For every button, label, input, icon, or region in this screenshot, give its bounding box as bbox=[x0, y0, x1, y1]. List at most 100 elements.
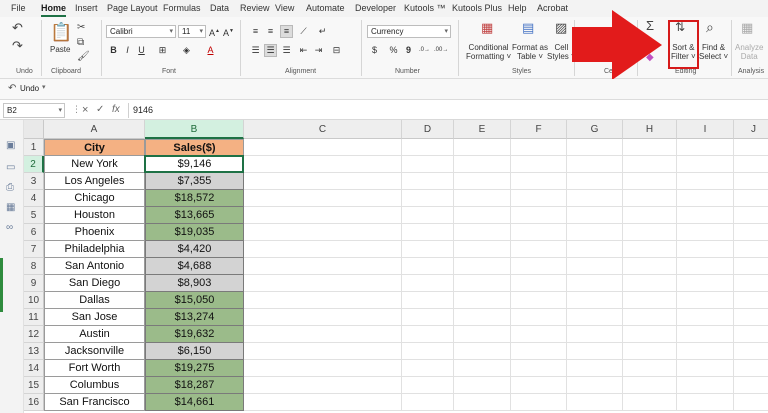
cell-styles-icon[interactable]: ▨ bbox=[555, 21, 567, 34]
merge-center-icon[interactable]: ⊟ bbox=[330, 44, 343, 57]
empty-cell[interactable] bbox=[734, 394, 768, 411]
empty-cell[interactable] bbox=[567, 207, 623, 224]
empty-cell[interactable] bbox=[623, 224, 677, 241]
empty-cell[interactable] bbox=[511, 173, 567, 190]
empty-cell[interactable] bbox=[244, 156, 402, 173]
table-icon[interactable]: ▦ bbox=[6, 202, 15, 213]
link-icon[interactable]: ∞ bbox=[6, 222, 13, 233]
empty-cell[interactable] bbox=[734, 326, 768, 343]
empty-cell[interactable] bbox=[734, 224, 768, 241]
decrease-font-icon[interactable]: A▼ bbox=[222, 25, 235, 38]
city-cell[interactable]: Chicago bbox=[44, 190, 145, 207]
undo-icon[interactable]: ↶ bbox=[8, 83, 16, 94]
empty-cell[interactable] bbox=[677, 139, 734, 156]
city-cell[interactable]: San Francisco bbox=[44, 394, 145, 411]
sheet-nav-icon[interactable]: ▣ bbox=[6, 140, 15, 151]
empty-cell[interactable] bbox=[511, 139, 567, 156]
empty-cell[interactable] bbox=[677, 258, 734, 275]
empty-cell[interactable] bbox=[734, 207, 768, 224]
find-select-icon[interactable]: ⌕ bbox=[706, 20, 714, 34]
empty-cell[interactable] bbox=[567, 309, 623, 326]
city-cell[interactable]: New York bbox=[44, 156, 145, 173]
column-header-j[interactable]: J bbox=[734, 120, 768, 139]
empty-cell[interactable] bbox=[677, 156, 734, 173]
tab-automate[interactable]: Automate bbox=[306, 3, 345, 13]
empty-cell[interactable] bbox=[511, 258, 567, 275]
empty-cell[interactable] bbox=[402, 326, 454, 343]
empty-cell[interactable] bbox=[734, 275, 768, 292]
format-painter-icon[interactable]: 🖌 bbox=[77, 50, 90, 63]
empty-cell[interactable] bbox=[677, 343, 734, 360]
empty-cell[interactable] bbox=[402, 258, 454, 275]
empty-cell[interactable] bbox=[734, 190, 768, 207]
empty-cell[interactable] bbox=[623, 156, 677, 173]
row-header-13[interactable]: 13 bbox=[24, 343, 44, 360]
row-header-15[interactable]: 15 bbox=[24, 377, 44, 394]
align-center-icon[interactable]: ☰ bbox=[264, 44, 277, 57]
clear-icon[interactable]: ◆ bbox=[646, 51, 654, 64]
empty-cell[interactable] bbox=[677, 190, 734, 207]
sales-cell[interactable]: $19,632 bbox=[145, 326, 244, 343]
sales-cell[interactable]: $9,146 bbox=[145, 156, 244, 173]
empty-cell[interactable] bbox=[734, 360, 768, 377]
empty-cell[interactable] bbox=[677, 207, 734, 224]
empty-cell[interactable] bbox=[623, 258, 677, 275]
empty-cell[interactable] bbox=[567, 258, 623, 275]
empty-cell[interactable] bbox=[244, 139, 402, 156]
conditional-formatting-icon[interactable]: ▦ bbox=[481, 21, 493, 34]
sales-cell[interactable]: $18,572 bbox=[145, 190, 244, 207]
empty-cell[interactable] bbox=[454, 139, 511, 156]
empty-cell[interactable] bbox=[734, 258, 768, 275]
tab-kutools[interactable]: Kutools ™ bbox=[404, 3, 446, 13]
empty-cell[interactable] bbox=[454, 207, 511, 224]
city-cell[interactable]: Fort Worth bbox=[44, 360, 145, 377]
tab-file[interactable]: File bbox=[11, 3, 26, 13]
sales-cell[interactable]: $18,287 bbox=[145, 377, 244, 394]
empty-cell[interactable] bbox=[402, 360, 454, 377]
align-bottom-icon[interactable]: ≡ bbox=[280, 25, 293, 38]
increase-indent-icon[interactable]: ⇥ bbox=[312, 44, 325, 57]
align-left-icon[interactable]: ☰ bbox=[249, 44, 262, 57]
empty-cell[interactable] bbox=[454, 394, 511, 411]
empty-cell[interactable] bbox=[511, 343, 567, 360]
empty-cell[interactable] bbox=[454, 377, 511, 394]
percent-style-button[interactable]: % bbox=[387, 44, 400, 57]
empty-cell[interactable] bbox=[677, 360, 734, 377]
empty-cell[interactable] bbox=[734, 309, 768, 326]
city-cell[interactable]: Dallas bbox=[44, 292, 145, 309]
column-header-f[interactable]: F bbox=[511, 120, 567, 139]
sales-cell[interactable]: $19,275 bbox=[145, 360, 244, 377]
empty-cell[interactable] bbox=[734, 139, 768, 156]
row-header-7[interactable]: 7 bbox=[24, 241, 44, 258]
empty-cell[interactable] bbox=[454, 309, 511, 326]
formula-input[interactable]: 9146 bbox=[133, 105, 153, 115]
empty-cell[interactable] bbox=[244, 292, 402, 309]
empty-cell[interactable] bbox=[567, 394, 623, 411]
sales-cell[interactable]: $8,903 bbox=[145, 275, 244, 292]
comma-style-button[interactable]: 9 bbox=[402, 44, 415, 57]
empty-cell[interactable] bbox=[623, 394, 677, 411]
empty-cell[interactable] bbox=[623, 275, 677, 292]
bold-button[interactable]: B bbox=[107, 44, 120, 57]
city-cell[interactable]: San Diego bbox=[44, 275, 145, 292]
sales-cell[interactable]: $13,665 bbox=[145, 207, 244, 224]
copy-icon[interactable]: ⧉ bbox=[77, 36, 84, 49]
empty-cell[interactable] bbox=[402, 275, 454, 292]
orientation-icon[interactable]: ⟋ bbox=[297, 25, 310, 38]
empty-cell[interactable] bbox=[567, 360, 623, 377]
empty-cell[interactable] bbox=[511, 190, 567, 207]
empty-cell[interactable] bbox=[454, 258, 511, 275]
empty-cell[interactable] bbox=[454, 326, 511, 343]
empty-cell[interactable] bbox=[567, 139, 623, 156]
sales-cell[interactable]: $6,150 bbox=[145, 343, 244, 360]
empty-cell[interactable] bbox=[511, 360, 567, 377]
cell-styles-button[interactable]: Cell Styles ˅ bbox=[547, 43, 576, 61]
empty-cell[interactable] bbox=[677, 224, 734, 241]
empty-cell[interactable] bbox=[677, 275, 734, 292]
city-cell[interactable]: Los Angeles bbox=[44, 173, 145, 190]
empty-cell[interactable] bbox=[244, 241, 402, 258]
empty-cell[interactable] bbox=[511, 292, 567, 309]
increase-decimal-icon[interactable]: .0→ bbox=[418, 44, 431, 57]
format-as-table-button[interactable]: Format as Table ˅ bbox=[512, 43, 548, 61]
row-header-8[interactable]: 8 bbox=[24, 258, 44, 275]
